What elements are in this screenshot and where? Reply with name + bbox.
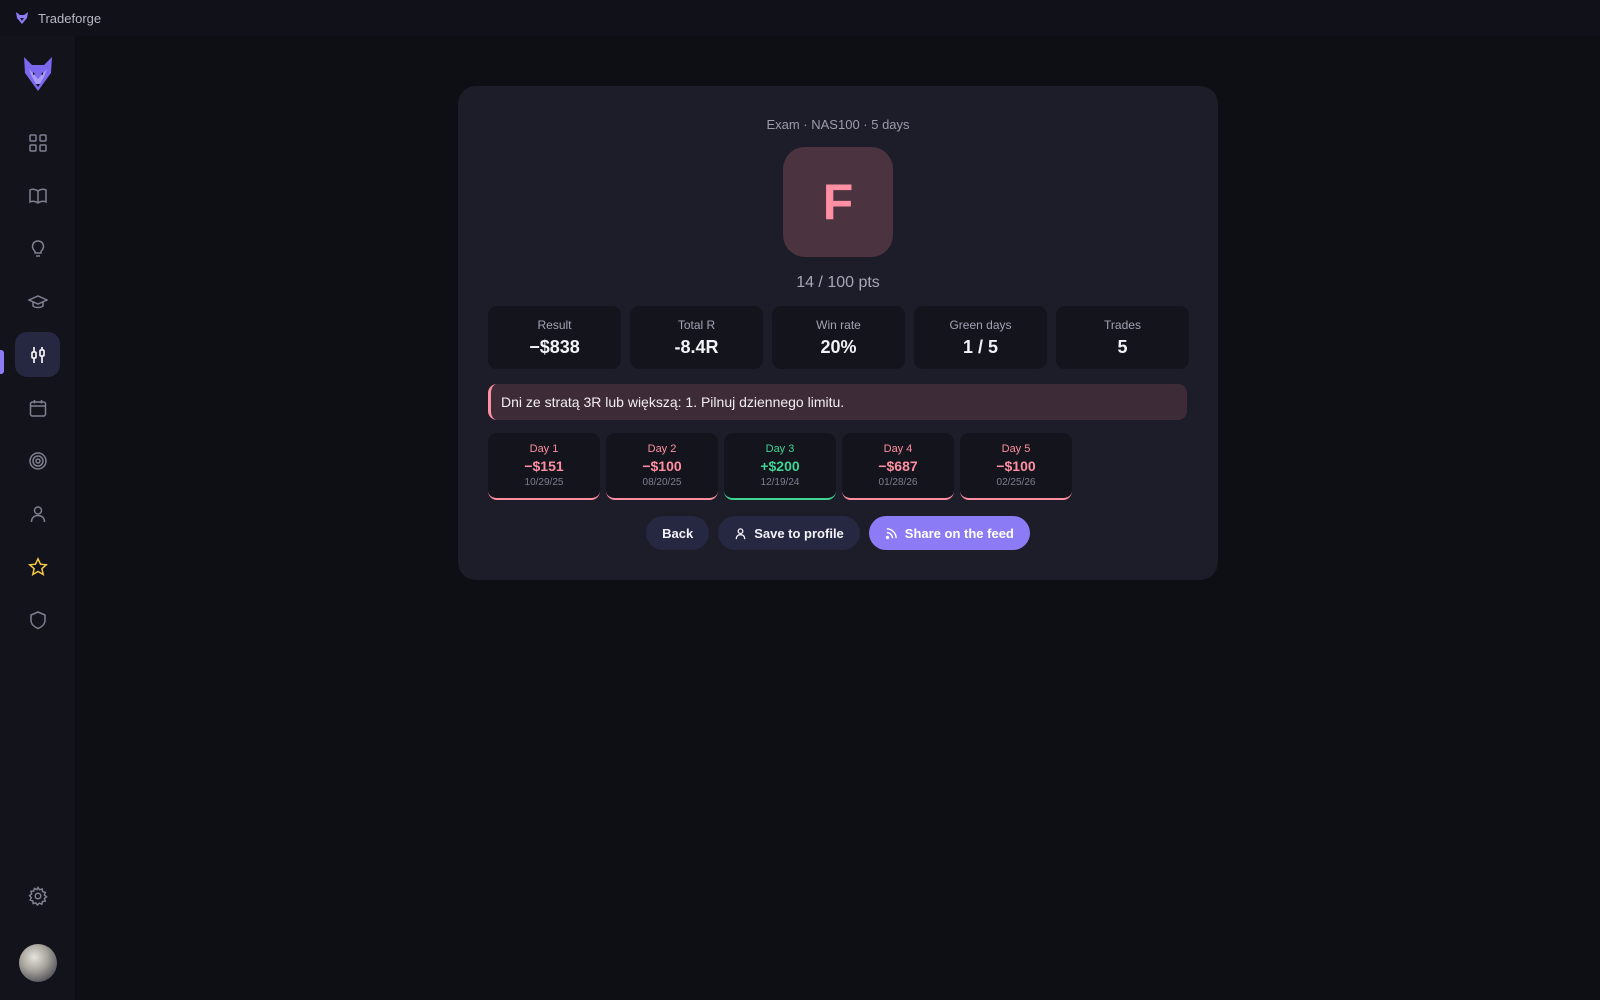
day-value: −$100 <box>642 458 682 474</box>
day-card[interactable]: Day 2 −$100 08/20/25 <box>606 433 718 500</box>
day-label: Day 4 <box>883 443 913 455</box>
sidebar-item-goals[interactable] <box>15 438 60 483</box>
stat-total-r: Total R -8.4R <box>630 306 763 369</box>
day-card[interactable]: Day 4 −$687 01/28/26 <box>842 433 954 500</box>
active-indicator <box>0 350 4 374</box>
stats-row: Result −$838 Total R -8.4R Win rate 20% … <box>488 306 1189 369</box>
stat-label: Total R <box>677 317 716 332</box>
stat-green-days: Green days 1 / 5 <box>914 306 1047 369</box>
lightbulb-icon <box>31 239 44 257</box>
day-value: +$200 <box>760 458 800 474</box>
stat-label: Green days <box>949 317 1012 332</box>
share-button-label: Share on the feed <box>904 525 1014 541</box>
rss-icon <box>885 527 897 539</box>
day-label: Day 2 <box>647 443 677 455</box>
warning-alert: Dni ze stratą 3R lub większą: 1. Pilnuj … <box>488 384 1187 420</box>
stat-value: 5 <box>1117 336 1128 357</box>
day-value: −$687 <box>878 458 918 474</box>
stat-label: Trades <box>1104 317 1141 332</box>
sidebar-item-calendar[interactable] <box>15 385 60 430</box>
fox-logo-icon <box>15 11 29 25</box>
day-card[interactable]: Day 1 −$151 10/29/25 <box>488 433 600 500</box>
sidebar-item-favorites[interactable] <box>15 544 60 589</box>
star-icon <box>27 556 48 576</box>
score-text: 14 / 100 pts <box>796 274 880 291</box>
action-buttons: Back Save to profile Share on the feed <box>458 516 1218 550</box>
save-button-label: Save to profile <box>754 525 844 541</box>
title-bar: Tradeforge <box>0 0 1600 36</box>
user-icon <box>735 527 746 539</box>
grade-badge: F <box>783 147 893 257</box>
grid-icon <box>28 133 47 152</box>
stat-label: Result <box>537 317 572 332</box>
stat-value: 20% <box>820 336 857 357</box>
stat-label: Win rate <box>816 317 861 332</box>
grade-letter: F <box>822 174 854 230</box>
sidebar-item-exam[interactable] <box>15 332 60 377</box>
back-button[interactable]: Back <box>646 516 710 550</box>
user-icon <box>30 505 45 522</box>
sidebar-item-journal[interactable] <box>15 173 60 218</box>
sidebar-item-profile[interactable] <box>15 491 60 536</box>
fox-logo-icon[interactable] <box>22 55 54 93</box>
day-label: Day 3 <box>765 443 795 455</box>
day-label: Day 5 <box>1001 443 1031 455</box>
days-row: Day 1 −$151 10/29/25 Day 2 −$100 08/20/2… <box>488 433 1072 500</box>
stat-result: Result −$838 <box>488 306 621 369</box>
exam-subtitle: Exam · NAS100 · 5 days <box>766 117 910 132</box>
target-icon <box>28 451 47 470</box>
day-date: 08/20/25 <box>642 477 682 488</box>
settings-button[interactable] <box>15 873 60 918</box>
save-to-profile-button[interactable]: Save to profile <box>718 516 860 550</box>
day-card[interactable]: Day 5 −$100 02/25/26 <box>960 433 1072 500</box>
sidebar <box>0 36 75 1000</box>
candlestick-icon <box>30 346 45 363</box>
stat-value: −$838 <box>529 336 580 357</box>
exam-result-card: Exam · NAS100 · 5 days F 14 / 100 pts Re… <box>458 86 1218 580</box>
share-on-feed-button[interactable]: Share on the feed <box>868 516 1030 550</box>
day-date: 02/25/26 <box>996 477 1036 488</box>
app-title: Tradeforge <box>38 10 102 26</box>
day-date: 01/28/26 <box>878 477 918 488</box>
day-value: −$100 <box>996 458 1036 474</box>
sidebar-item-security[interactable] <box>15 597 60 642</box>
back-button-label: Back <box>662 525 694 541</box>
book-icon <box>28 188 47 204</box>
day-date: 12/19/24 <box>760 477 800 488</box>
calendar-icon <box>29 399 46 417</box>
sidebar-item-dashboard[interactable] <box>15 120 60 165</box>
gear-icon <box>27 885 48 906</box>
stat-value: -8.4R <box>674 336 719 357</box>
day-label: Day 1 <box>529 443 559 455</box>
shield-icon <box>29 610 46 629</box>
day-date: 10/29/25 <box>524 477 564 488</box>
sidebar-item-ideas[interactable] <box>15 226 60 271</box>
graduation-cap-icon <box>27 294 48 308</box>
day-value: −$151 <box>524 458 564 474</box>
stat-win-rate: Win rate 20% <box>772 306 905 369</box>
sidebar-item-academy[interactable] <box>15 279 60 324</box>
avatar[interactable] <box>19 944 57 982</box>
stat-trades: Trades 5 <box>1056 306 1189 369</box>
stat-value: 1 / 5 <box>962 336 999 357</box>
day-card[interactable]: Day 3 +$200 12/19/24 <box>724 433 836 500</box>
